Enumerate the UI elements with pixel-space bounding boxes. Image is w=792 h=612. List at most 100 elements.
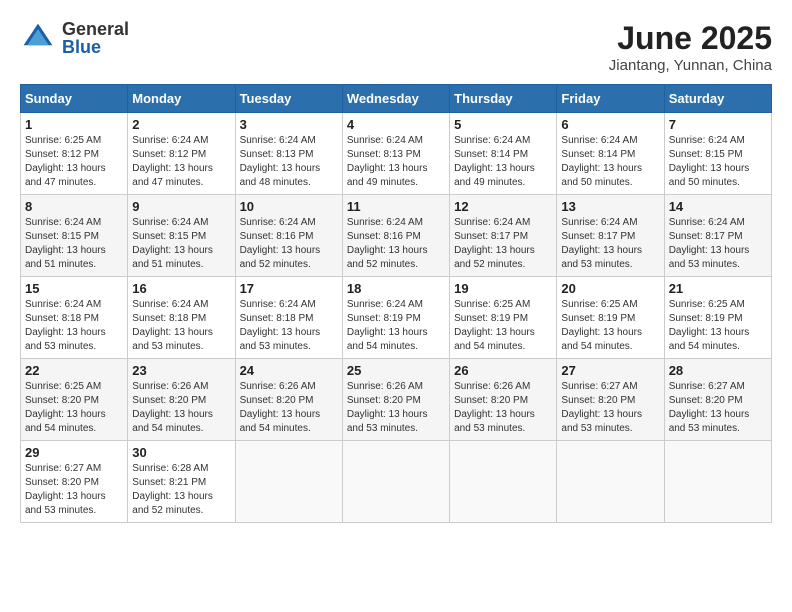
month-title: June 2025 <box>609 20 772 57</box>
day-info: Sunrise: 6:25 AM Sunset: 8:20 PM Dayligh… <box>25 380 123 436</box>
day-number: 25 <box>347 363 445 378</box>
calendar-cell: 5 Sunrise: 6:24 AM Sunset: 8:14 PM Daylig… <box>450 113 557 195</box>
day-number: 11 <box>347 199 445 214</box>
day-info: Sunrise: 6:24 AM Sunset: 8:17 PM Dayligh… <box>669 216 767 272</box>
calendar-week-0: 1Sunrise: 6:25 AM Sunset: 8:12 PM Daylig… <box>21 113 772 195</box>
day-number: 4 <box>347 117 445 132</box>
calendar-cell: 12 Sunrise: 6:24 AM Sunset: 8:17 PM Dayli… <box>450 195 557 277</box>
day-info: Sunrise: 6:24 AM Sunset: 8:16 PM Dayligh… <box>240 216 338 272</box>
day-info: Sunrise: 6:24 AM Sunset: 8:18 PM Dayligh… <box>132 298 230 354</box>
calendar-cell: 21Sunrise: 6:25 AM Sunset: 8:19 PM Dayli… <box>664 277 771 359</box>
day-info: Sunrise: 6:24 AM Sunset: 8:18 PM Dayligh… <box>25 298 123 354</box>
calendar-week-2: 15 Sunrise: 6:24 AM Sunset: 8:18 PM Dayli… <box>21 277 772 359</box>
day-number: 26 <box>454 363 552 378</box>
calendar-cell: 29Sunrise: 6:27 AM Sunset: 8:20 PM Dayli… <box>21 441 128 523</box>
day-number: 5 <box>454 117 552 132</box>
day-info: Sunrise: 6:24 AM Sunset: 8:19 PM Dayligh… <box>347 298 445 354</box>
calendar-cell: 18 Sunrise: 6:24 AM Sunset: 8:19 PM Dayli… <box>342 277 449 359</box>
location: Jiantang, Yunnan, China <box>609 57 772 74</box>
day-number: 10 <box>240 199 338 214</box>
title-block: June 2025 Jiantang, Yunnan, China <box>609 20 772 74</box>
calendar-cell: 8 Sunrise: 6:24 AM Sunset: 8:15 PM Daylig… <box>21 195 128 277</box>
day-header-tuesday: Tuesday <box>235 85 342 113</box>
day-info: Sunrise: 6:25 AM Sunset: 8:12 PM Dayligh… <box>25 134 123 190</box>
calendar-cell: 19Sunrise: 6:25 AM Sunset: 8:19 PM Dayli… <box>450 277 557 359</box>
calendar-week-1: 8 Sunrise: 6:24 AM Sunset: 8:15 PM Daylig… <box>21 195 772 277</box>
calendar-cell: 9 Sunrise: 6:24 AM Sunset: 8:15 PM Daylig… <box>128 195 235 277</box>
day-info: Sunrise: 6:24 AM Sunset: 8:15 PM Dayligh… <box>669 134 767 190</box>
day-number: 15 <box>25 281 123 296</box>
day-info: Sunrise: 6:24 AM Sunset: 8:13 PM Dayligh… <box>240 134 338 190</box>
day-info: Sunrise: 6:24 AM Sunset: 8:13 PM Dayligh… <box>347 134 445 190</box>
day-number: 23 <box>132 363 230 378</box>
logo-icon <box>20 20 56 56</box>
day-info: Sunrise: 6:27 AM Sunset: 8:20 PM Dayligh… <box>669 380 767 436</box>
calendar-cell <box>557 441 664 523</box>
day-number: 29 <box>25 445 123 460</box>
calendar-cell: 2Sunrise: 6:24 AM Sunset: 8:12 PM Daylig… <box>128 113 235 195</box>
calendar-cell: 6Sunrise: 6:24 AM Sunset: 8:14 PM Daylig… <box>557 113 664 195</box>
day-number: 14 <box>669 199 767 214</box>
day-info: Sunrise: 6:24 AM Sunset: 8:15 PM Dayligh… <box>132 216 230 272</box>
calendar-cell: 25 Sunrise: 6:26 AM Sunset: 8:20 PM Dayli… <box>342 359 449 441</box>
calendar-cell: 17 Sunrise: 6:24 AM Sunset: 8:18 PM Dayli… <box>235 277 342 359</box>
day-number: 12 <box>454 199 552 214</box>
day-info: Sunrise: 6:24 AM Sunset: 8:14 PM Dayligh… <box>454 134 552 190</box>
day-header-sunday: Sunday <box>21 85 128 113</box>
page-header: General Blue June 2025 Jiantang, Yunnan,… <box>20 20 772 74</box>
day-number: 7 <box>669 117 767 132</box>
day-number: 30 <box>132 445 230 460</box>
day-number: 8 <box>25 199 123 214</box>
calendar-cell: 23 Sunrise: 6:26 AM Sunset: 8:20 PM Dayli… <box>128 359 235 441</box>
day-number: 24 <box>240 363 338 378</box>
day-number: 2 <box>132 117 230 132</box>
day-info: Sunrise: 6:26 AM Sunset: 8:20 PM Dayligh… <box>347 380 445 436</box>
logo: General Blue <box>20 20 129 56</box>
day-info: Sunrise: 6:27 AM Sunset: 8:20 PM Dayligh… <box>561 380 659 436</box>
day-info: Sunrise: 6:24 AM Sunset: 8:15 PM Dayligh… <box>25 216 123 272</box>
day-number: 19 <box>454 281 552 296</box>
day-number: 28 <box>669 363 767 378</box>
calendar-cell: 7 Sunrise: 6:24 AM Sunset: 8:15 PM Daylig… <box>664 113 771 195</box>
day-header-wednesday: Wednesday <box>342 85 449 113</box>
calendar-week-3: 22 Sunrise: 6:25 AM Sunset: 8:20 PM Dayli… <box>21 359 772 441</box>
day-info: Sunrise: 6:26 AM Sunset: 8:20 PM Dayligh… <box>240 380 338 436</box>
day-number: 3 <box>240 117 338 132</box>
day-number: 20 <box>561 281 659 296</box>
calendar-cell <box>235 441 342 523</box>
calendar-cell: 1Sunrise: 6:25 AM Sunset: 8:12 PM Daylig… <box>21 113 128 195</box>
day-info: Sunrise: 6:26 AM Sunset: 8:20 PM Dayligh… <box>454 380 552 436</box>
day-info: Sunrise: 6:26 AM Sunset: 8:20 PM Dayligh… <box>132 380 230 436</box>
calendar-cell: 30 Sunrise: 6:28 AM Sunset: 8:21 PM Dayli… <box>128 441 235 523</box>
calendar-cell: 20Sunrise: 6:25 AM Sunset: 8:19 PM Dayli… <box>557 277 664 359</box>
calendar-cell: 24 Sunrise: 6:26 AM Sunset: 8:20 PM Dayli… <box>235 359 342 441</box>
day-number: 18 <box>347 281 445 296</box>
day-number: 27 <box>561 363 659 378</box>
calendar-cell: 11 Sunrise: 6:24 AM Sunset: 8:16 PM Dayli… <box>342 195 449 277</box>
calendar-cell <box>450 441 557 523</box>
day-info: Sunrise: 6:24 AM Sunset: 8:16 PM Dayligh… <box>347 216 445 272</box>
day-info: Sunrise: 6:28 AM Sunset: 8:21 PM Dayligh… <box>132 462 230 518</box>
day-info: Sunrise: 6:25 AM Sunset: 8:19 PM Dayligh… <box>669 298 767 354</box>
day-info: Sunrise: 6:24 AM Sunset: 8:18 PM Dayligh… <box>240 298 338 354</box>
day-header-monday: Monday <box>128 85 235 113</box>
day-number: 6 <box>561 117 659 132</box>
day-number: 17 <box>240 281 338 296</box>
calendar-cell <box>664 441 771 523</box>
calendar-week-4: 29Sunrise: 6:27 AM Sunset: 8:20 PM Dayli… <box>21 441 772 523</box>
calendar-cell: 28 Sunrise: 6:27 AM Sunset: 8:20 PM Dayli… <box>664 359 771 441</box>
calendar-cell: 22 Sunrise: 6:25 AM Sunset: 8:20 PM Dayli… <box>21 359 128 441</box>
calendar-cell: 3 Sunrise: 6:24 AM Sunset: 8:13 PM Daylig… <box>235 113 342 195</box>
calendar-cell: 10 Sunrise: 6:24 AM Sunset: 8:16 PM Dayli… <box>235 195 342 277</box>
day-number: 9 <box>132 199 230 214</box>
logo-blue: Blue <box>62 38 129 56</box>
day-header-friday: Friday <box>557 85 664 113</box>
day-info: Sunrise: 6:24 AM Sunset: 8:17 PM Dayligh… <box>561 216 659 272</box>
day-number: 22 <box>25 363 123 378</box>
day-info: Sunrise: 6:24 AM Sunset: 8:17 PM Dayligh… <box>454 216 552 272</box>
logo-text: General Blue <box>62 20 129 56</box>
calendar-cell: 27 Sunrise: 6:27 AM Sunset: 8:20 PM Dayli… <box>557 359 664 441</box>
calendar-cell <box>342 441 449 523</box>
calendar-cell: 13Sunrise: 6:24 AM Sunset: 8:17 PM Dayli… <box>557 195 664 277</box>
logo-general: General <box>62 20 129 38</box>
